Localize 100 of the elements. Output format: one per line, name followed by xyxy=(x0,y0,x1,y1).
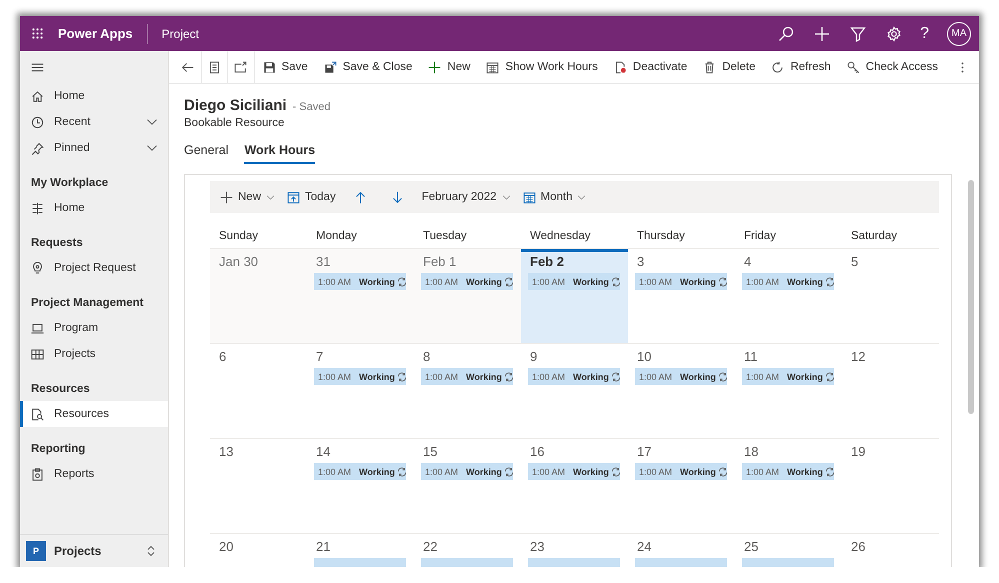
day-cell[interactable]: 7 1:00 AM Working xyxy=(307,344,414,439)
command-button[interactable]: Check Access xyxy=(838,51,946,83)
menu-icon[interactable] xyxy=(31,60,44,74)
day-cell[interactable]: Jan 30 xyxy=(210,249,307,344)
month-picker[interactable]: February 2022 xyxy=(418,183,514,211)
day-cell[interactable]: 12 xyxy=(842,344,939,439)
filter-icon[interactable] xyxy=(850,26,866,42)
recurrence-icon xyxy=(396,276,407,286)
command-button[interactable]: New xyxy=(420,51,478,83)
day-cell[interactable]: Feb 1 1:00 AM Working xyxy=(414,249,521,344)
day-cell[interactable]: 13 xyxy=(210,439,307,534)
day-cell[interactable]: 24 xyxy=(628,534,735,567)
day-cell[interactable]: 14 1:00 AM Working xyxy=(307,439,414,534)
day-number: 16 xyxy=(530,444,546,461)
help-button[interactable]: ? xyxy=(920,24,929,42)
sidebar-item[interactable]: Project Request xyxy=(20,255,168,281)
work-hours-event[interactable]: 1:00 AM Working xyxy=(742,273,834,290)
command-button[interactable]: Save xyxy=(254,51,316,83)
day-number: 17 xyxy=(637,444,652,461)
user-avatar[interactable]: MA xyxy=(947,22,971,46)
laptop-icon xyxy=(31,322,44,334)
recurrence-icon xyxy=(718,276,728,286)
work-hours-event[interactable]: 1:00 AM Working xyxy=(742,463,834,480)
form-icon[interactable] xyxy=(208,60,221,74)
day-cell[interactable]: 31 1:00 AM Working xyxy=(307,249,414,344)
recurrence-icon xyxy=(718,466,728,476)
today-button[interactable]: Today xyxy=(283,183,340,211)
area-name: Project xyxy=(162,26,200,40)
sidebar-item[interactable]: Home xyxy=(20,83,168,109)
down-arrow-icon[interactable] xyxy=(390,190,404,204)
view-selector[interactable]: Month xyxy=(518,183,590,211)
command-button[interactable]: Refresh xyxy=(763,51,839,83)
refresh-icon xyxy=(771,60,784,74)
sidebar-item[interactable]: Resources xyxy=(20,401,168,427)
area-switcher[interactable]: P Projects xyxy=(20,534,168,567)
command-button[interactable]: Save & Close xyxy=(316,51,420,83)
calendar-icon xyxy=(522,190,536,204)
day-number: 20 xyxy=(219,539,234,556)
work-hours-event[interactable]: 1:00 AM Working xyxy=(421,273,513,290)
day-number: 15 xyxy=(423,444,438,461)
work-hours-event[interactable]: 1:00 AM Working xyxy=(314,273,406,290)
work-hours-event[interactable]: 1:00 AM Working xyxy=(528,273,620,290)
sidebar-item[interactable]: Program xyxy=(20,315,168,341)
sidebar-item[interactable]: Home xyxy=(20,195,168,221)
settings-icon[interactable] xyxy=(886,26,902,42)
new-button[interactable]: New xyxy=(216,183,280,211)
tab[interactable]: Work Hours xyxy=(244,143,316,164)
command-button[interactable]: Delete xyxy=(695,51,764,83)
day-cell[interactable]: 20 xyxy=(210,534,307,567)
day-cell[interactable]: 17 1:00 AM Working xyxy=(628,439,735,534)
work-hours-event[interactable]: 1:00 AM Working xyxy=(421,463,513,480)
day-number: 24 xyxy=(637,539,652,556)
day-cell[interactable]: 18 1:00 AM Working xyxy=(735,439,842,534)
day-cell[interactable]: Feb 2 1:00 AM Working xyxy=(521,249,628,344)
back-arrow-icon[interactable] xyxy=(181,60,194,74)
sidebar-section-title: Requests xyxy=(30,236,84,251)
day-cell[interactable]: 25 xyxy=(735,534,842,567)
day-number: 26 xyxy=(851,539,866,556)
recurrence-icon xyxy=(718,372,728,382)
day-cell[interactable]: 8 1:00 AM Working xyxy=(414,344,521,439)
work-hours-event[interactable]: 1:00 AM Working xyxy=(742,368,834,385)
command-button[interactable]: Show Work Hours xyxy=(478,51,606,83)
sidebar-item[interactable]: Projects xyxy=(20,341,168,367)
work-hours-event[interactable]: 1:00 AM Working xyxy=(421,368,513,385)
work-hours-event[interactable]: 1:00 AM Working xyxy=(635,463,727,480)
day-cell[interactable]: 3 1:00 AM Working xyxy=(628,249,735,344)
day-cell[interactable]: 21 xyxy=(307,534,414,567)
day-cell[interactable]: 10 1:00 AM Working xyxy=(628,344,735,439)
day-number: 14 xyxy=(316,444,332,461)
day-cell[interactable]: 16 1:00 AM Working xyxy=(521,439,628,534)
day-cell[interactable]: 26 xyxy=(842,534,939,567)
pop-out-icon[interactable] xyxy=(234,60,248,74)
day-cell[interactable]: 9 1:00 AM Working xyxy=(521,344,628,439)
day-cell[interactable]: 6 xyxy=(210,344,307,439)
day-cell[interactable]: 22 xyxy=(414,534,521,567)
tab[interactable]: General xyxy=(184,143,228,164)
app-launcher-icon[interactable] xyxy=(31,27,44,40)
day-cell[interactable]: 19 xyxy=(842,439,939,534)
scroll-thumb[interactable] xyxy=(968,180,974,414)
command-button[interactable]: Deactivate xyxy=(606,51,696,83)
work-hours-event[interactable]: 1:00 AM Working xyxy=(528,368,620,385)
sidebar-item[interactable]: Pinned xyxy=(20,135,168,161)
up-arrow-icon[interactable] xyxy=(354,190,367,204)
sidebar-item[interactable]: Reports xyxy=(20,461,168,487)
work-hours-event[interactable]: 1:00 AM Working xyxy=(528,463,620,480)
work-hours-event[interactable]: 1:00 AM Working xyxy=(314,463,406,480)
app-name: Power Apps xyxy=(58,26,133,41)
recurrence-icon xyxy=(824,372,835,382)
day-cell[interactable]: 5 xyxy=(842,249,939,344)
day-cell[interactable]: 11 1:00 AM Working xyxy=(735,344,842,439)
work-hours-event[interactable]: 1:00 AM Working xyxy=(314,368,406,385)
day-cell[interactable]: 23 xyxy=(521,534,628,567)
sidebar-item[interactable]: Recent xyxy=(20,109,168,135)
work-hours-event[interactable]: 1:00 AM Working xyxy=(635,273,727,290)
day-number: 25 xyxy=(744,539,760,556)
day-cell[interactable]: 15 1:00 AM Working xyxy=(414,439,521,534)
work-hours-event[interactable]: 1:00 AM Working xyxy=(635,368,727,385)
day-cell[interactable]: 4 1:00 AM Working xyxy=(735,249,842,344)
plus-icon[interactable] xyxy=(814,26,830,42)
search-icon[interactable] xyxy=(778,26,794,42)
